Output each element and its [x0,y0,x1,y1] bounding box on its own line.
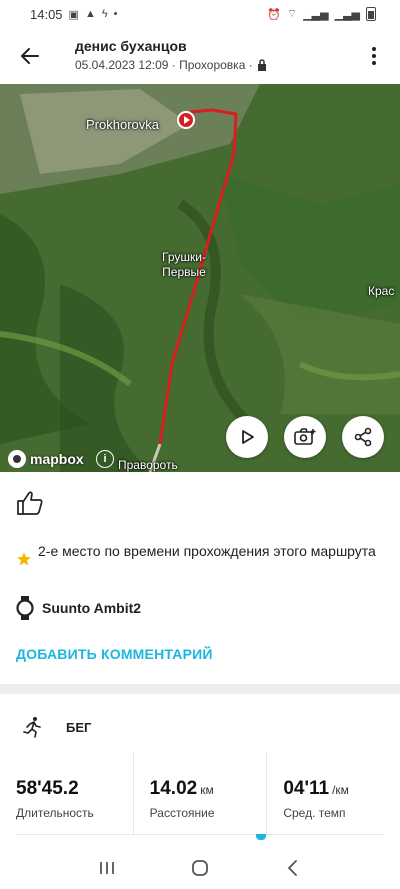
alert-icon: ▲ [84,8,96,20]
more-options-button[interactable] [362,40,386,72]
runner-icon [23,717,41,738]
stat-value: 14.02 [149,778,198,799]
recents-button[interactable] [87,853,127,883]
device-row: Suunto Ambit2 [16,596,141,620]
athlete-name[interactable]: денис буханцов [75,38,187,54]
flash-icon: ϟ [101,8,108,20]
stat-duration: 58'45.2 Длительность [0,752,133,834]
place-label-prokhorovka: Prokhorovka [86,117,159,132]
stat-value: 04'11 [283,778,330,799]
workout-meta: 05.04.2023 12:09 · Прохоровка · [75,58,267,72]
share-icon [354,427,372,447]
stat-label: Сред. темп [283,806,346,820]
lock-icon [257,59,266,71]
dot-icon: • [113,8,118,20]
stat-label: Длительность [16,806,94,820]
page-indicator [256,834,266,840]
achievement-row[interactable]: 2-е место по времени прохождения этого м… [16,542,376,567]
place-label-kras: Крас [368,284,395,298]
place-label-pravorot: Правороть [118,458,178,472]
add-photo-icon [294,428,316,445]
stat-unit: км [200,783,214,797]
home-icon [192,859,208,876]
home-button[interactable] [180,853,220,883]
date-location: 05.04.2023 12:09 · Прохоровка · [75,58,253,72]
system-nav-bar [0,846,400,889]
system-back-button[interactable] [273,853,313,883]
signal2-icon: ▁▃▅ [334,8,360,21]
play-route-button[interactable] [226,416,268,458]
add-comment-button[interactable]: ДОБАВИТЬ КОММЕНТАРИЙ [16,646,213,662]
alarm-icon: ⏰ [267,8,281,21]
mapbox-icon [8,450,26,468]
map-info-button[interactable]: i [96,450,114,468]
stat-distance: 14.02 км Расстояние [132,752,267,834]
back-arrow-icon [21,48,39,64]
play-icon [242,430,254,444]
thumbs-up-icon [17,491,43,515]
status-time: 14:05 [30,6,63,22]
activity-type-row: БЕГ [22,716,91,738]
watch-icon [16,596,34,620]
workout-header: денис буханцов 05.04.2023 12:09 · Прохор… [0,28,400,84]
star-icon [17,552,31,566]
device-name: Suunto Ambit2 [42,600,142,616]
status-bar: 14:05 ▣ ▲ ϟ • ⏰ ⌔ ▁▃▅ ▁▃▅ [0,0,400,28]
wifi-icon: ⌔ [286,8,298,20]
back-button[interactable] [14,40,46,72]
more-vertical-icon [372,47,376,51]
activity-label: БЕГ [66,719,92,735]
add-photo-button[interactable] [284,416,326,458]
signal-icon: ▁▃▅ [303,8,329,21]
stat-pace: 04'11/км Сред. темп [266,752,400,834]
battery-icon [366,7,376,21]
recents-icon [99,861,114,874]
achievement-text: 2-е место по времени прохождения этого м… [38,543,376,559]
share-button[interactable] [342,416,384,458]
stats-bottom-rule [16,834,384,835]
stat-value: 58'45.2 [16,778,79,799]
stats-panel: 58'45.2 Длительность 14.02 км Расстояние … [0,752,400,834]
stat-unit: /км [332,783,349,797]
mapbox-logo: mapbox [8,450,84,468]
like-button[interactable] [16,490,46,518]
chevron-left-icon [288,859,298,876]
place-label-grushki: Грушки- Первые [162,250,206,279]
stat-label: Расстояние [149,806,215,820]
section-divider [0,684,400,694]
route-map[interactable]: Prokhorovka Грушки- Первые Крас Праворот… [0,84,400,472]
image-icon: ▣ [68,8,79,21]
